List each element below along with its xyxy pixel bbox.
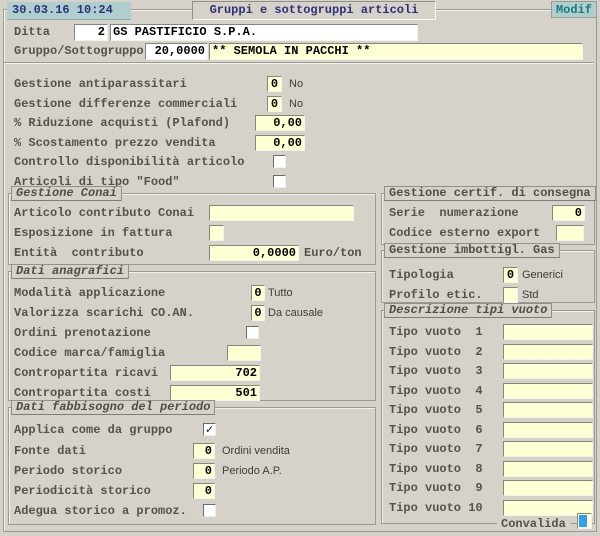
tipo-vuoto-7-field[interactable] (503, 441, 593, 457)
valorizza-scarichi-desc: Da causale (268, 305, 323, 321)
gruppo-label: Gruppo/Sottogruppo (14, 43, 144, 59)
scostamento-prezzo-field[interactable]: 0,00 (255, 135, 305, 151)
tipo-vuoto-9-label: Tipo vuoto 9 (389, 480, 483, 496)
gestione-conai-legend: Gestione Conai (11, 186, 122, 201)
gestione-differenze-row: Gestione differenze commerciali 0 No (0, 96, 600, 112)
tipo-vuoto-2-field[interactable] (503, 344, 593, 360)
tipologia-field[interactable]: 0 (503, 267, 518, 283)
tipo-vuoto-9-row: Tipo vuoto 9 (0, 480, 600, 496)
tipo-vuoto-3-field[interactable] (503, 363, 593, 379)
scostamento-prezzo-label: % Scostamento prezzo vendita (14, 135, 216, 151)
ditta-code-field[interactable]: 2 (74, 24, 108, 41)
text-cursor (579, 515, 587, 527)
gestione-antiparassitari-field[interactable]: 0 (267, 76, 282, 92)
profilo-etic-row: Profilo etic. Std (0, 287, 600, 303)
tipo-vuoto-1-label: Tipo vuoto 1 (389, 324, 483, 340)
controllo-disponibilita-checkbox[interactable] (273, 155, 286, 168)
tipo-vuoto-4-label: Tipo vuoto 4 (389, 383, 483, 399)
tipo-vuoto-7-label: Tipo vuoto 7 (389, 441, 483, 457)
serie-numerazione-label: Serie numerazione (389, 205, 519, 221)
gestione-antiparassitari-label: Gestione antiparassitari (14, 76, 187, 92)
tipo-vuoto-6-row: Tipo vuoto 6 (0, 422, 600, 438)
gestione-antiparassitari-desc: No (289, 76, 303, 92)
gestione-differenze-desc: No (289, 96, 303, 112)
gruppo-desc-field[interactable]: ** SEMOLA IN PACCHI ** (209, 43, 583, 60)
tipo-vuoto-1-row: Tipo vuoto 1 (0, 324, 600, 340)
riduzione-acquisti-field[interactable]: 0,00 (255, 115, 305, 131)
profilo-etic-desc: Std (522, 287, 539, 303)
codice-export-label: Codice esterno export (389, 225, 540, 241)
tipo-vuoto-3-label: Tipo vuoto 3 (389, 363, 483, 379)
tipologia-row: Tipologia 0 Generici (0, 267, 600, 283)
ditta-label: Ditta (14, 24, 50, 40)
gestione-certif-legend: Gestione certif. di consegna (384, 186, 596, 201)
ditta-row: Ditta 2 GS PASTIFICIO S.P.A. (0, 24, 600, 40)
tipo-vuoto-5-row: Tipo vuoto 5 (0, 402, 600, 418)
gestione-differenze-label: Gestione differenze commerciali (14, 96, 237, 112)
tipo-vuoto-7-row: Tipo vuoto 7 (0, 441, 600, 457)
riduzione-acquisti-row: % Riduzione acquisti (Plafond) 0,00 (0, 115, 600, 131)
gestione-differenze-field[interactable]: 0 (267, 96, 282, 112)
valorizza-scarichi-label: Valorizza scarichi CO.AN. (14, 305, 194, 321)
convalida-field[interactable] (577, 513, 592, 529)
tipo-vuoto-10-row: Tipo vuoto 10 (0, 500, 600, 516)
entita-contributo-field[interactable]: 0,0000 (209, 245, 299, 261)
tipo-vuoto-4-field[interactable] (503, 383, 593, 399)
gruppo-row: Gruppo/Sottogruppo 20,0000 ** SEMOLA IN … (0, 43, 600, 59)
convalida-label: Convalida (497, 518, 570, 531)
profilo-etic-label: Profilo etic. (389, 287, 483, 303)
page-title: Gruppi e sottogruppi articoli (192, 1, 436, 20)
tipologia-desc: Generici (522, 267, 563, 283)
entita-contributo-label: Entità contributo (14, 245, 144, 261)
tipo-vuoto-6-label: Tipo vuoto 6 (389, 422, 483, 438)
gruppo-code-field[interactable]: 20,0000 (145, 43, 208, 60)
articoli-food-checkbox[interactable] (273, 175, 286, 188)
tipo-vuoto-3-row: Tipo vuoto 3 (0, 363, 600, 379)
scostamento-prezzo-row: % Scostamento prezzo vendita 0,00 (0, 135, 600, 151)
tipo-vuoto-8-field[interactable] (503, 461, 593, 477)
serie-numerazione-field[interactable]: 0 (552, 205, 585, 221)
tipo-vuoto-1-field[interactable] (503, 324, 593, 340)
tipo-vuoto-9-field[interactable] (503, 480, 593, 496)
gestione-antiparassitari-row: Gestione antiparassitari 0 No (0, 76, 600, 92)
app-window: 30.03.16 10:24 Gruppi e sottogruppi arti… (0, 0, 600, 536)
codice-export-row: Codice esterno export (0, 225, 600, 241)
mode-badge: Modif (551, 1, 597, 18)
tipo-vuoto-6-field[interactable] (503, 422, 593, 438)
serie-numerazione-row: Serie numerazione 0 (0, 205, 600, 221)
controllo-disponibilita-row: Controllo disponibilità articolo (0, 154, 600, 170)
tipologia-label: Tipologia (389, 267, 454, 283)
codice-export-field[interactable] (556, 225, 584, 241)
tipo-vuoto-2-label: Tipo vuoto 2 (389, 344, 483, 360)
tipo-vuoto-8-row: Tipo vuoto 8 (0, 461, 600, 477)
tipo-vuoto-2-row: Tipo vuoto 2 (0, 344, 600, 360)
gestione-imbottigl-legend: Gestione imbottigl. Gas (384, 243, 560, 258)
datetime-badge: 30.03.16 10:24 (7, 2, 131, 20)
tipo-vuoto-5-field[interactable] (503, 402, 593, 418)
tipo-vuoto-5-label: Tipo vuoto 5 (389, 402, 483, 418)
descrizione-tipi-vuoto-legend: Descrizione tipi vuoto (384, 303, 552, 318)
tipo-vuoto-10-label: Tipo vuoto 10 (389, 500, 483, 516)
tipo-vuoto-8-label: Tipo vuoto 8 (389, 461, 483, 477)
entita-contributo-unit: Euro/ton (304, 245, 362, 261)
header-divider (4, 62, 594, 64)
ditta-name-field[interactable]: GS PASTIFICIO S.P.A. (110, 24, 418, 41)
riduzione-acquisti-label: % Riduzione acquisti (Plafond) (14, 115, 230, 131)
controllo-disponibilita-label: Controllo disponibilità articolo (14, 154, 244, 170)
tipo-vuoto-4-row: Tipo vuoto 4 (0, 383, 600, 399)
profilo-etic-field[interactable] (503, 287, 518, 303)
valorizza-scarichi-field[interactable]: 0 (251, 305, 265, 321)
